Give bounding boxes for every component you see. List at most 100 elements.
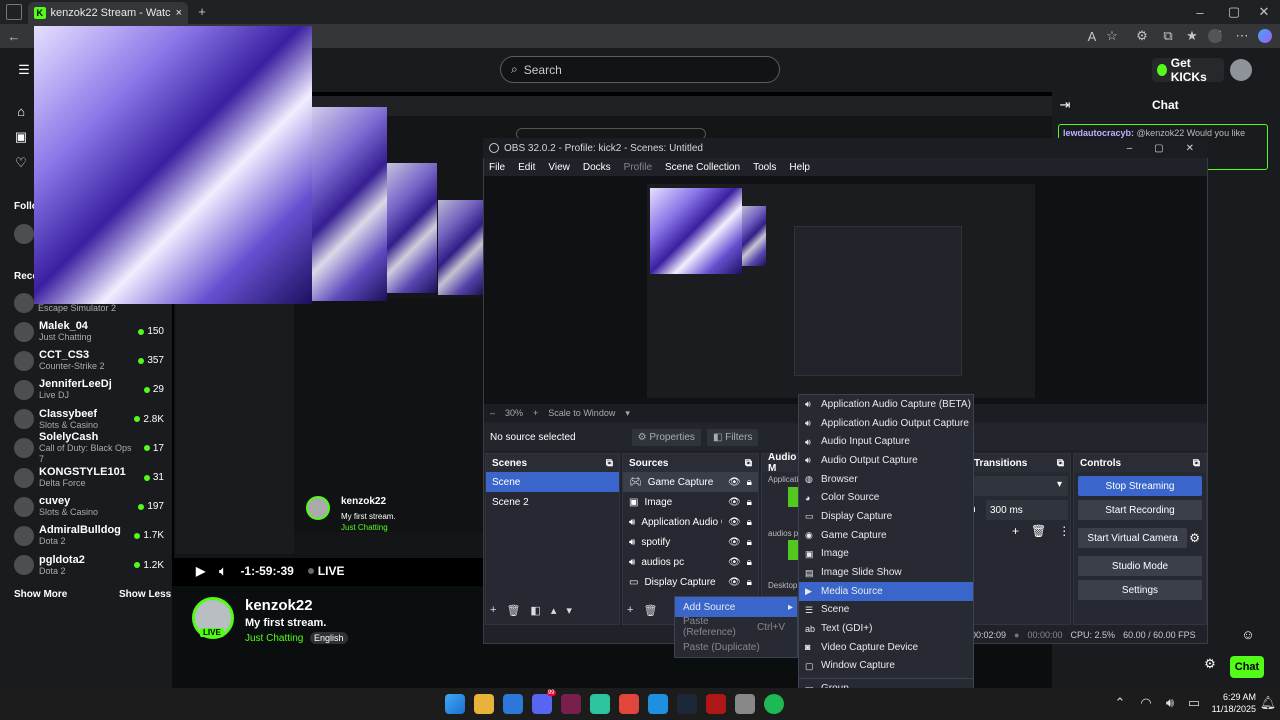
filters-button[interactable]: ◧ Filters (706, 428, 759, 446)
battery-icon[interactable]: ▭ (1188, 695, 1200, 710)
wifi-icon[interactable]: ◠ (1140, 695, 1152, 710)
dock-popout-icon[interactable]: ⧉ (1193, 458, 1200, 469)
dock-popout-icon[interactable]: ⧉ (745, 458, 752, 469)
volume-tray-icon[interactable]: 🔊︎ (1164, 695, 1176, 710)
sidebar-channel[interactable]: JenniferLeeDj Live DJ 29 (14, 375, 164, 404)
scene-item[interactable]: Scene 2 (486, 492, 619, 512)
show-less-button[interactable]: Show Less (119, 589, 171, 600)
source-item[interactable]: 🎮︎ Game Capture 👁︎ 🔒︎ (623, 472, 758, 492)
source-type-menu-item[interactable]: 🔊︎ Application Audio Output Capture (799, 414, 973, 433)
source-type-menu-item[interactable]: ▭ Display Capture (799, 507, 973, 526)
following-heart-icon[interactable]: ♡ (14, 155, 28, 170)
profile-avatar[interactable] (1208, 29, 1222, 43)
tab-actions-icon[interactable] (6, 4, 22, 20)
copilot-icon[interactable] (1258, 29, 1272, 43)
taskbar-clock[interactable]: 6:29 AM 11/18/2025 (1208, 691, 1256, 715)
obs-menu-item[interactable]: Profile (624, 162, 652, 173)
studio-mode-button[interactable]: Studio Mode (1078, 556, 1202, 576)
source-type-menu-item[interactable]: 🔊︎ Audio Output Capture (799, 451, 973, 470)
search-input[interactable]: ⌕ Search (500, 56, 780, 83)
stream-category[interactable]: Just Chatting (245, 633, 303, 644)
lock-icon[interactable]: 🔒︎ (747, 557, 752, 568)
show-more-button[interactable]: Show More (14, 589, 67, 600)
add-transition-icon[interactable]: + (1012, 524, 1019, 538)
source-type-menu-item[interactable]: ▢ Window Capture (799, 657, 973, 676)
scale-mode[interactable]: Scale to Window (548, 408, 615, 418)
send-chat-button[interactable]: Chat (1230, 656, 1264, 678)
chat-settings-icon[interactable]: ⚙ (1204, 656, 1216, 671)
tab-close-icon[interactable]: × (176, 7, 182, 19)
source-type-menu-item[interactable]: 🔊︎ Application Audio Capture (BETA) (799, 395, 973, 414)
read-aloud-icon[interactable]: A (1084, 28, 1100, 44)
source-type-menu-item[interactable]: 🔊︎ Audio Input Capture (799, 432, 973, 451)
visibility-eye-icon[interactable]: 👁︎ (728, 537, 741, 548)
edge-icon[interactable] (647, 694, 668, 714)
browse-icon[interactable]: ▣ (14, 129, 28, 144)
start-icon[interactable] (444, 694, 465, 714)
favorite-star-icon[interactable]: ☆ (1104, 28, 1120, 44)
zoom-in-icon[interactable]: + (533, 408, 538, 418)
add-scene-icon[interactable]: + (490, 604, 496, 617)
paste-duplicate-menu-item[interactable]: Paste (Duplicate) (675, 637, 797, 657)
home-icon[interactable]: ⌂ (14, 104, 28, 119)
source-type-menu-item[interactable]: ▶ Media Source (799, 581, 973, 601)
sidebar-channel[interactable]: KONGSTYLE101 Delta Force 31 (14, 463, 164, 492)
lock-icon[interactable]: 🔒︎ (747, 517, 752, 528)
source-type-menu-item[interactable]: ☰ Scene (799, 601, 973, 620)
scale-dropdown-icon[interactable]: ▾ (625, 408, 630, 419)
sidebar-channel[interactable]: Classybeef Slots & Casino 2.8K (14, 405, 164, 434)
source-item[interactable]: ▭ Display Capture 👁︎ 🔒︎ (623, 572, 758, 592)
get-kicks-button[interactable]: Get KICKs (1152, 56, 1224, 84)
source-item[interactable]: 🔊︎ spotify 👁︎ 🔒︎ (623, 532, 758, 552)
dock-popout-icon[interactable]: ⧉ (606, 458, 613, 469)
visibility-eye-icon[interactable]: 👁︎ (728, 497, 741, 508)
source-type-menu-item[interactable]: ◙ Video Capture Device (799, 638, 973, 657)
sidebar-channel[interactable]: AdmiralBulldog Dota 2 1.7K (14, 521, 164, 550)
virtual-camera-settings-icon[interactable]: ⚙ (1189, 531, 1200, 545)
obs-minimize-icon[interactable]: – (1127, 143, 1133, 154)
settings-button[interactable]: Settings (1078, 580, 1202, 600)
obs-maximize-icon[interactable]: ▢ (1154, 143, 1163, 154)
message-username[interactable]: lewdautocracyb: (1063, 128, 1134, 138)
emote-icon[interactable]: ☺ (1241, 627, 1254, 642)
remove-source-icon[interactable]: 🗑︎ (643, 604, 657, 617)
tray-chevron-icon[interactable]: ⌃ (1114, 695, 1126, 710)
steam-icon[interactable] (676, 694, 697, 714)
split-screen-icon[interactable]: ⧉ (1160, 28, 1176, 44)
browser-tab[interactable]: K kenzok22 Stream - Watch Live on × (28, 2, 188, 24)
duration-input[interactable]: 300 ms (986, 500, 1068, 520)
source-type-menu-item[interactable]: ▣ Image (799, 545, 973, 564)
file-explorer-icon[interactable] (473, 694, 494, 714)
source-type-menu-item[interactable]: ab Text (GDI+) (799, 619, 973, 638)
minimize-icon[interactable]: – (1192, 4, 1208, 20)
sidebar-channel[interactable]: CCT_CS3 Counter-Strike 2 357 (14, 346, 164, 375)
stop-streaming-button[interactable]: Stop Streaming (1078, 476, 1202, 496)
store-icon[interactable] (502, 694, 523, 714)
user-avatar[interactable] (1230, 59, 1252, 81)
more-options-icon[interactable]: ⋯ (1234, 28, 1250, 44)
maximize-icon[interactable]: ▢ (1226, 4, 1242, 20)
close-window-icon[interactable]: ✕ (1256, 4, 1272, 20)
sidebar-channel[interactable]: SolelyCash Call of Duty: Black Ops 7 17 (14, 431, 164, 464)
app-icon[interactable] (560, 694, 581, 714)
back-icon[interactable]: ← (6, 28, 22, 44)
move-down-icon[interactable]: ▾ (566, 604, 572, 617)
sidebar-channel[interactable]: Malek_04 Just Chatting 150 (14, 317, 164, 346)
zoom-out-icon[interactable]: – (490, 408, 495, 418)
volume-icon[interactable]: 🔈︎ (219, 564, 226, 579)
followed-avatar[interactable] (14, 224, 34, 244)
language-tag[interactable]: English (310, 632, 348, 644)
app-icon[interactable] (705, 694, 726, 714)
dock-popout-icon[interactable]: ⧉ (1057, 458, 1064, 469)
properties-button[interactable]: ⚙ Properties (631, 428, 701, 446)
visibility-eye-icon[interactable]: 👁︎ (728, 557, 741, 568)
spotify-icon[interactable] (763, 694, 784, 714)
notifications-icon[interactable]: 🔔︎ (1260, 695, 1277, 710)
source-item[interactable]: 🔊︎ Application Audio C 👁︎ 🔒︎ (623, 512, 758, 532)
obs-menu-item[interactable]: Docks (583, 162, 611, 173)
scene-item[interactable]: Scene (486, 472, 619, 492)
start-recording-button[interactable]: Start Recording (1078, 500, 1202, 520)
transition-select[interactable]: ▾ (974, 476, 1068, 496)
source-type-menu-item[interactable]: ◉ Game Capture (799, 526, 973, 545)
obs-menu-item[interactable]: Scene Collection (665, 162, 740, 173)
